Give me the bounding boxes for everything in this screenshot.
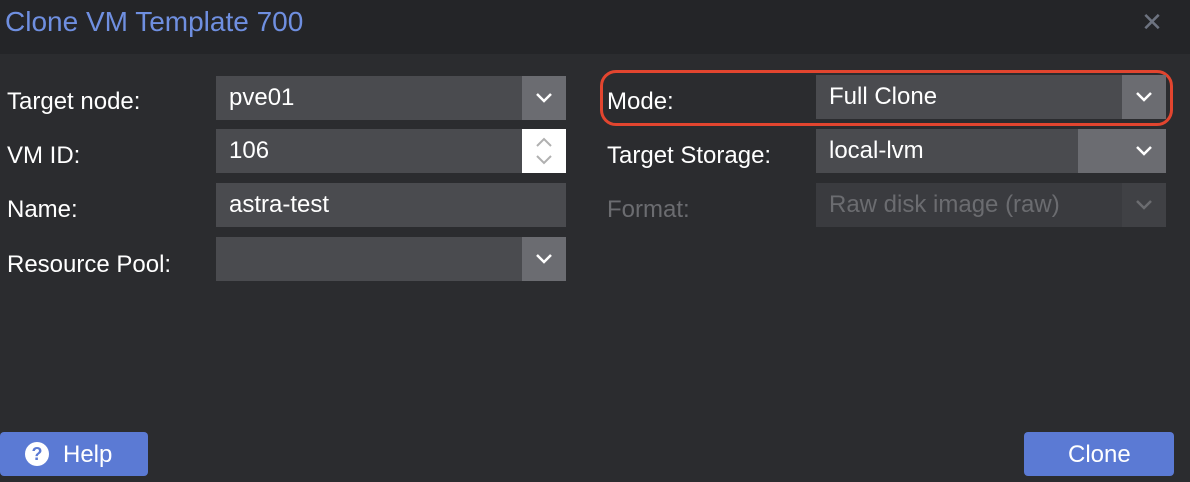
chevron-down-icon [1136, 200, 1152, 210]
clone-button-label: Clone [1068, 441, 1131, 468]
dialog-titlebar: Clone VM Template 700 ✕ [0, 0, 1190, 54]
resource-pool-select[interactable] [216, 237, 566, 281]
help-button-label: Help [63, 441, 113, 468]
resource-pool-label: Resource Pool: [7, 251, 172, 278]
vm-id-field[interactable]: 106 [216, 129, 566, 173]
spinner-arrows-icon [536, 137, 552, 165]
mode-dropdown-trigger[interactable] [1122, 75, 1166, 119]
mode-value: Full Clone [829, 83, 938, 110]
target-node-value: pve01 [229, 84, 295, 111]
chevron-down-icon [1136, 92, 1152, 102]
chevron-down-icon [1136, 146, 1152, 156]
help-button[interactable]: ? Help [0, 432, 148, 476]
target-node-dropdown-trigger[interactable] [522, 76, 566, 120]
target-storage-value: local-lvm [829, 137, 924, 164]
target-storage-select[interactable]: local-lvm [816, 129, 1166, 173]
clone-vm-dialog: Clone VM Template 700 ✕ Target node: pve… [0, 0, 1190, 482]
resource-pool-dropdown-trigger[interactable] [522, 237, 566, 281]
close-icon[interactable]: ✕ [1140, 9, 1164, 35]
name-label: Name: [7, 196, 78, 223]
vm-id-label: VM ID: [7, 142, 81, 169]
target-storage-dropdown-trigger[interactable] [1078, 129, 1166, 173]
target-node-select[interactable]: pve01 [216, 76, 566, 120]
dialog-title: Clone VM Template 700 [5, 6, 304, 37]
chevron-down-icon [536, 254, 552, 264]
mode-label: Mode: [607, 88, 674, 115]
clone-button[interactable]: Clone [1024, 432, 1174, 476]
vm-id-value: 106 [229, 137, 270, 164]
format-dropdown-trigger [1122, 183, 1166, 227]
name-value: astra-test [229, 191, 330, 218]
format-label: Format: [607, 196, 690, 223]
vm-id-spinner[interactable] [522, 129, 566, 173]
help-icon: ? [25, 442, 49, 466]
target-node-label: Target node: [7, 88, 141, 115]
name-input[interactable]: astra-test [216, 183, 566, 227]
format-value: Raw disk image (raw) [829, 191, 1060, 218]
target-storage-label: Target Storage: [607, 142, 772, 169]
format-select: Raw disk image (raw) [816, 183, 1166, 227]
chevron-down-icon [536, 93, 552, 103]
mode-select[interactable]: Full Clone [816, 75, 1166, 119]
